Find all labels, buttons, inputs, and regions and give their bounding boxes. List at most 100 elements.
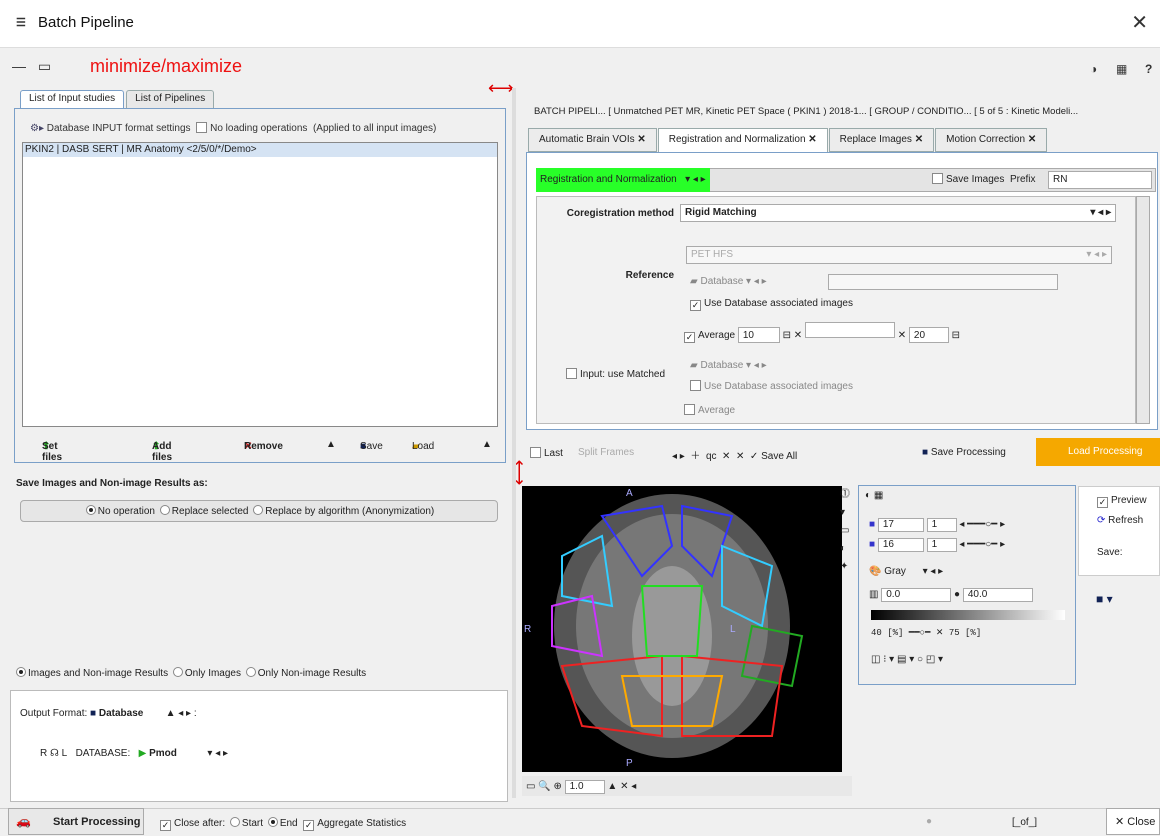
coreg-label: Coregistration method (566, 208, 674, 219)
input-list[interactable] (22, 142, 498, 427)
use-db-assoc-checkbox[interactable]: ✓ (690, 300, 701, 311)
slice-row-1: ■ 17 1 ◂ ━━━○━ ▸ (869, 518, 1006, 532)
last-checkbox[interactable] (530, 447, 541, 458)
collapse-icon[interactable]: ▲ (482, 439, 492, 450)
step-input-1[interactable]: 1 (926, 518, 957, 532)
radio-replace-algorithm[interactable] (253, 505, 264, 515)
load-processing-button[interactable]: Load Processing (1036, 438, 1160, 466)
annotation-label: minimize/maximize (90, 56, 243, 76)
help-icon[interactable]: ? (1145, 62, 1152, 76)
max-input[interactable]: 40.0 (962, 588, 1033, 602)
average-slider[interactable] (804, 322, 895, 338)
brain-image[interactable]: A P R L (522, 486, 842, 772)
tab-brain-vois[interactable]: Automatic Brain VOIs ✕ (528, 128, 657, 152)
right-label: R (524, 624, 532, 635)
average-checkbox[interactable]: ✓ (684, 332, 695, 343)
split-frames-button[interactable]: Split Frames (578, 447, 634, 458)
db-settings-link[interactable]: Database INPUT format settings (47, 123, 191, 134)
tab-input-studies[interactable]: List of Input studies (20, 90, 125, 108)
step-selector[interactable]: Registration and Normalization ▾ ◂ ▸ ⊕ ? (536, 168, 710, 209)
radio-start[interactable] (229, 817, 240, 827)
ref-dropdown[interactable]: PET HFS ▾ ◂ ▸ (686, 246, 1112, 264)
no-loading-label: No loading operations (210, 123, 308, 134)
input-use-db-checkbox[interactable] (690, 380, 701, 391)
form-scrollbar[interactable] (1136, 196, 1150, 424)
refresh-button[interactable]: ⟳ Refresh (1097, 515, 1143, 526)
step-input-2[interactable]: 1 (926, 538, 957, 552)
ref-database-row[interactable]: ▰ Database ▾ ◂ ▸ (690, 276, 767, 287)
brain-svg (551, 494, 804, 758)
radio-no-operation[interactable] (85, 505, 96, 515)
horizontal-arrow-icon: ⟷ (488, 78, 514, 98)
preview-row: ✓ Preview (1097, 495, 1147, 508)
radio-only-images[interactable] (172, 667, 183, 677)
calculator-icon[interactable]: ▦ (1116, 62, 1127, 76)
lut-row[interactable]: 🎨 Gray ▾ ◂ ▸ (869, 566, 943, 577)
radio-only-results[interactable] (245, 667, 256, 677)
output-format-row: Output Format: ■ Database ▲ ◂ ▸ : (20, 708, 197, 719)
result-options: Images and Non-image Results Only Images… (14, 667, 366, 679)
slice-input-1[interactable]: 17 (877, 518, 924, 532)
save-images-checkbox[interactable] (932, 173, 943, 184)
car-icon: 🚗 (16, 814, 31, 828)
close-icon[interactable]: ✕ (1131, 10, 1148, 35)
radio-replace-selected[interactable] (159, 505, 170, 515)
control-tabs[interactable]: ◐ ▦ (865, 490, 883, 501)
tab-replace-images[interactable]: Replace Images ✕ (828, 128, 935, 152)
nav-controls[interactable]: ◂ ▸ ＋ qc ✕ ✕ ✓ Save All (672, 447, 797, 462)
output-box (10, 690, 508, 802)
input-matched-checkbox[interactable] (566, 368, 577, 379)
close-after-checkbox[interactable]: ✓ (160, 820, 171, 831)
minimize-maximize-controls[interactable]: — ▭ (12, 58, 55, 75)
db-dropdown-icon[interactable]: ▾ ◂ ▸ (207, 748, 228, 759)
list-item[interactable]: PKIN2 | DASB SERT | MR Anatomy <2/5/0/*/… (23, 143, 497, 157)
output-format-value[interactable]: Database (99, 708, 143, 719)
no-loading-checkbox[interactable] (196, 122, 208, 133)
zoom-controls[interactable]: ▭ 🔍 ⊕ 1.0 ▲ ✕ ◂ (526, 780, 636, 794)
average-input-2[interactable]: 20 (908, 327, 949, 343)
reference-label: Reference (625, 270, 674, 281)
moon-icon[interactable]: ◑ (1090, 62, 1097, 76)
breadcrumb: BATCH PIPELI... [ Unmatched PET MR, Kine… (534, 106, 1079, 117)
save-disk-icon[interactable]: ■ ▾ (1096, 592, 1113, 606)
app-icon: ☰ (16, 17, 26, 29)
up-arrow-icon[interactable]: ▲ (326, 439, 336, 450)
output-arrows-icon[interactable]: ▲ ◂ ▸ : (166, 708, 197, 719)
close-after-row: ✓ Close after: Start End ✓ Aggregate Stati… (160, 817, 407, 831)
input-average-checkbox[interactable] (684, 404, 695, 415)
splitter[interactable] (512, 88, 516, 798)
db-value[interactable]: Pmod (149, 748, 177, 759)
viewer-bottom-bar: ▭ 🔍 ⊕ 1.0 ▲ ✕ ◂ (522, 776, 852, 796)
use-db-assoc-row: ✓ Use Database associated images (690, 298, 853, 311)
preview-checkbox[interactable]: ✓ (1097, 497, 1108, 508)
tool-buttons[interactable]: ◫ ⁝ ▾ ▤ ▾ ○ ◰ ▾ (871, 654, 943, 665)
left-tabs: List of Input studies List of Pipelines (20, 90, 216, 108)
viewer-toolbar: ⓵ ▾ ▭ ◐ ✦ (840, 489, 850, 572)
db-line: R ☊ L DATABASE: ▶ Pmod ▾ ◂ ▸ (40, 748, 229, 759)
tab-pipelines[interactable]: List of Pipelines (126, 90, 215, 108)
min-input[interactable]: 0.0 (881, 588, 952, 602)
prefix-input[interactable]: RN (1048, 171, 1152, 189)
coreg-dropdown[interactable]: Rigid Matching ▾ ◂ ▸ (680, 204, 1116, 222)
ref-db-field[interactable] (828, 274, 1058, 290)
average-input-1[interactable]: 10 (737, 327, 780, 343)
settings-icon[interactable]: ⚙▸ (30, 123, 44, 134)
left-label: L (730, 624, 736, 635)
save-processing-button[interactable]: ■ Save Processing (922, 447, 1006, 458)
save-as-label: Save Images and Non-image Results as: (16, 478, 208, 489)
radio-end[interactable] (267, 817, 278, 827)
radio-images-results[interactable] (16, 667, 26, 677)
tab-registration[interactable]: Registration and Normalization ✕ (657, 128, 828, 152)
slice-input-2[interactable]: 16 (877, 538, 924, 552)
preview-panel: ✓ Preview ⟳ Refresh Save: (1078, 486, 1160, 576)
status-bar: ✓ Close after: Start End ✓ Aggregate Stati… (0, 808, 1160, 835)
database-icon: ■ (90, 708, 97, 719)
page-indicator: [_of_] (1012, 817, 1038, 828)
close-button[interactable]: ✕ Close (1106, 808, 1160, 835)
aggregate-checkbox[interactable]: ✓ (303, 820, 315, 831)
input-database-row[interactable]: ▰ Database ▾ ◂ ▸ (690, 360, 767, 371)
status-indicator-icon: ● (926, 816, 933, 827)
tab-motion-correction[interactable]: Motion Correction ✕ (935, 128, 1048, 152)
zoom-input[interactable]: 1.0 (564, 780, 605, 794)
average-row: ✓ Average 10 ⊟ ✕ ✕ 20 ⊟ (684, 322, 960, 343)
